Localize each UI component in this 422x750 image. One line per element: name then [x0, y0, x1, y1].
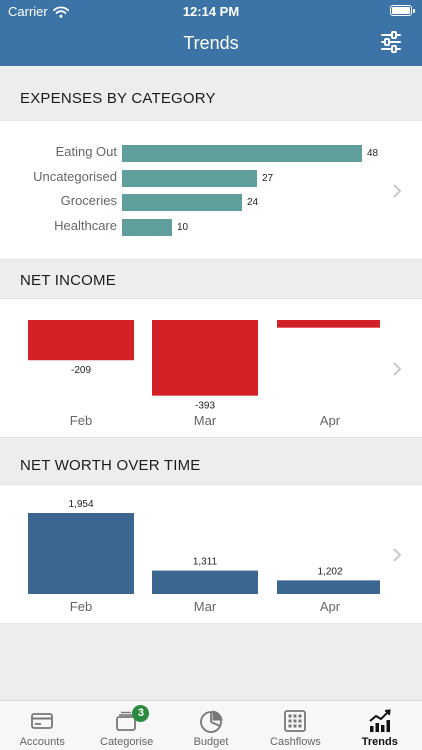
tab-label: Accounts — [19, 736, 65, 748]
net-income-chart: -209 Feb -393Mar Apr — [28, 320, 380, 428]
sliders-icon — [381, 31, 401, 53]
expenses-section: EXPENSES BY CATEGORY Eating Out 48 Uncateg… — [0, 76, 422, 260]
section-title: NET INCOME — [20, 271, 116, 289]
month-label: Feb — [70, 599, 92, 614]
chevron-right-icon — [393, 362, 402, 376]
net-worth-bar — [152, 570, 258, 594]
net-worth-bar — [277, 580, 380, 594]
section-title: NET WORTH OVER TIME — [20, 456, 201, 474]
tab-label: Budget — [193, 736, 229, 748]
month-label: Apr — [320, 599, 341, 614]
month-label: Mar — [194, 413, 217, 428]
month-label: Mar — [194, 599, 217, 614]
month-label: Feb — [70, 413, 92, 428]
credit-card-icon — [31, 713, 54, 729]
tab-label: Trends — [361, 736, 398, 748]
net-worth-value-label: 1,202 — [317, 566, 342, 577]
trend-chart-icon — [369, 709, 391, 732]
status-bar: Carrier 12:14 PM — [0, 0, 422, 22]
category-bar — [122, 169, 257, 187]
net-worth-section: NET WORTH OVER TIME 1,954 Feb 1,311 Mar 1,20… — [0, 446, 422, 624]
net-worth-bar — [28, 513, 134, 594]
net-worth-value-label: 1,311 — [193, 557, 218, 568]
net-income-value-label: -209 — [71, 365, 91, 376]
category-value: 10 — [177, 221, 189, 233]
calendar-grid-icon — [284, 710, 307, 732]
battery-icon — [390, 5, 415, 16]
month-label: Apr — [320, 413, 341, 428]
net-worth-chart-card[interactable]: 1,954 Feb 1,311 Mar 1,202 Apr — [0, 484, 422, 624]
tab-bar: Accounts 3 Categorise Budget Cashflows T… — [0, 700, 422, 750]
pie-chart-icon — [200, 710, 223, 733]
notification-badge: 3 — [132, 705, 150, 722]
net-income-chart-card[interactable]: -209 Feb -393 Mar Apr — [0, 298, 422, 438]
section-title: EXPENSES BY CATEGORY — [20, 89, 216, 107]
net-income-value-label: -393 — [195, 401, 215, 412]
status-time: 12:14 PM — [182, 4, 240, 19]
filter-settings-button[interactable] — [380, 31, 402, 53]
category-label: Groceries — [60, 193, 117, 208]
expenses-chart-card[interactable]: Eating Out 48 Uncategorised 27 Groceries 24 He… — [0, 120, 422, 260]
net-income-bar — [277, 320, 380, 328]
category-label: Healthcare — [54, 217, 117, 233]
category-label: Eating Out — [55, 144, 117, 159]
page-title: Trends — [183, 33, 239, 53]
net-worth-chart: 1,954 Feb 1,311 Mar 1,202 Apr — [28, 499, 380, 614]
net-worth-value-label: 1,954 — [68, 499, 93, 510]
tab-trends[interactable]: Trends — [338, 701, 422, 750]
category-bar — [122, 218, 172, 236]
net-income-bar — [28, 320, 134, 361]
category-label: Uncategorised — [33, 168, 117, 184]
tab-label: Categorise — [100, 736, 154, 748]
category-value: 24 — [247, 197, 259, 208]
category-bar — [122, 145, 362, 162]
chevron-right-icon — [393, 184, 402, 198]
tab-accounts[interactable]: Accounts — [0, 701, 84, 750]
navigation-header: Carrier 12:14 PM Trends — [0, 0, 422, 66]
tab-cashflows[interactable]: Cashflows — [253, 701, 337, 750]
category-bar — [122, 194, 242, 211]
category-value: 27 — [262, 172, 274, 184]
chevron-right-icon — [393, 548, 402, 562]
tab-categorise[interactable]: 3 Categorise — [84, 701, 168, 750]
tab-label: Cashflows — [270, 736, 321, 748]
net-income-section: NET INCOME -209 Feb -393 Mar Apr — [0, 262, 422, 438]
net-income-bar — [152, 320, 258, 396]
category-value: 48 — [367, 148, 379, 159]
tab-budget[interactable]: Budget — [169, 701, 253, 750]
